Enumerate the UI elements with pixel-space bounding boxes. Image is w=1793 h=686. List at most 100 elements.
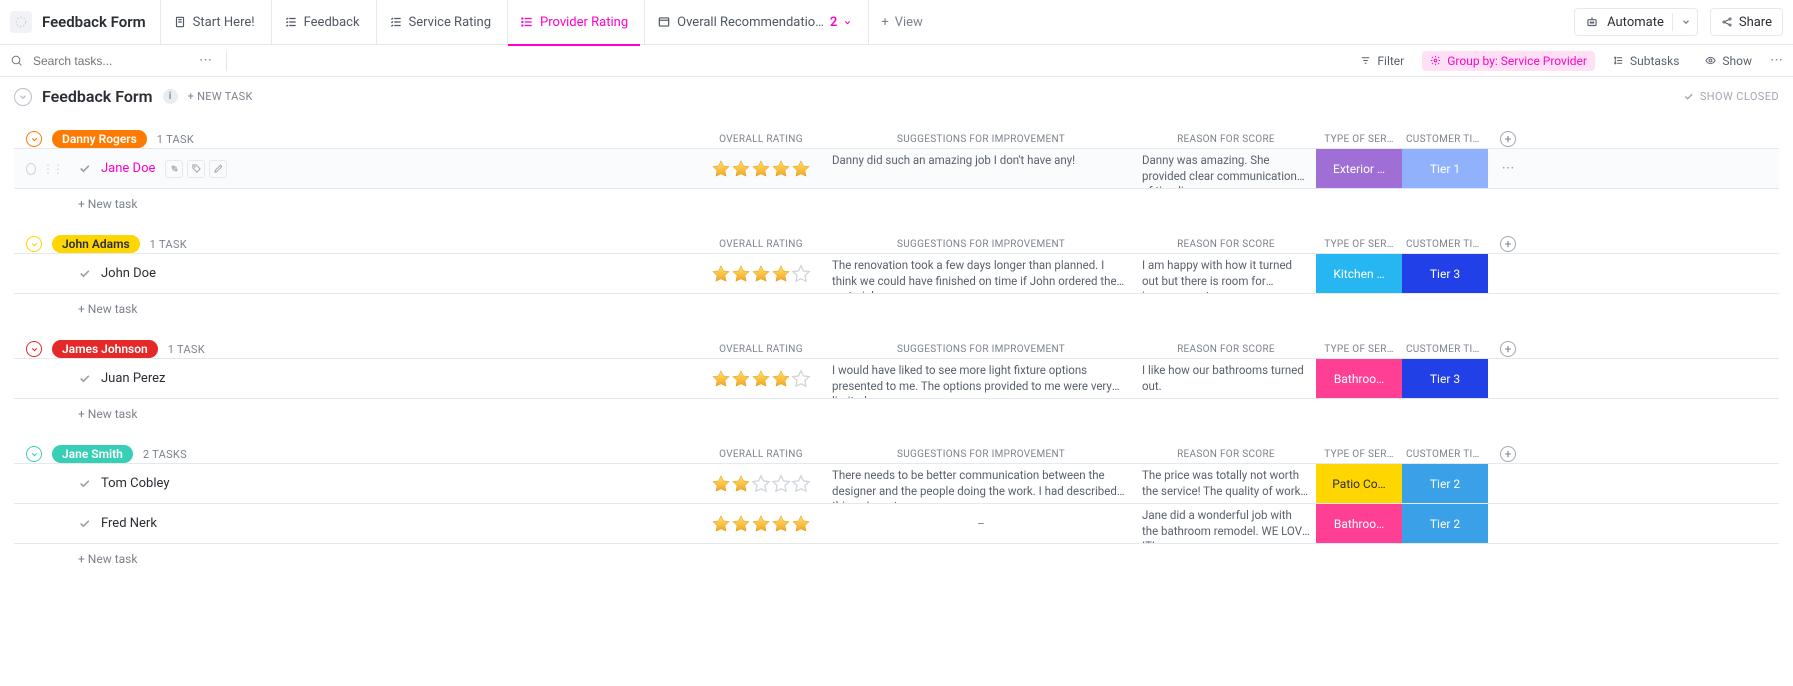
col-tier[interactable]: CUSTOMER TIER: [1402, 134, 1488, 145]
tab-start-here-[interactable]: Start Here!: [160, 0, 267, 45]
col-reason[interactable]: REASON FOR SCORE: [1136, 239, 1316, 250]
provider-chip[interactable]: Jane Smith: [52, 445, 133, 463]
cell-reason[interactable]: The price was totally not worth the serv…: [1136, 464, 1316, 503]
cell-service[interactable]: Patio Co…: [1316, 464, 1402, 503]
check-icon[interactable]: [78, 477, 91, 490]
cell-suggestions[interactable]: I would have liked to see more light fix…: [826, 359, 1136, 398]
search-more-icon[interactable]: ⋯: [199, 53, 212, 68]
show-button[interactable]: Show: [1697, 51, 1760, 71]
tab-feedback[interactable]: Feedback: [271, 0, 372, 45]
col-tier[interactable]: CUSTOMER TIER: [1402, 239, 1488, 250]
group-collapse-icon[interactable]: [26, 446, 42, 462]
cell-tier[interactable]: Tier 3: [1402, 254, 1488, 293]
collapse-all-icon[interactable]: [14, 88, 32, 106]
cell-overall[interactable]: [696, 359, 826, 398]
cell-tier[interactable]: Tier 3: [1402, 359, 1488, 398]
col-overall[interactable]: OVERALL RATING: [696, 449, 826, 460]
new-task-row[interactable]: + New task: [14, 544, 1779, 566]
check-icon[interactable]: [78, 517, 91, 530]
tab-service-rating[interactable]: Service Rating: [376, 0, 504, 45]
provider-chip[interactable]: James Johnson: [52, 340, 158, 358]
cell-overall[interactable]: [696, 149, 826, 188]
col-tier[interactable]: CUSTOMER TIER: [1402, 344, 1488, 355]
add-view-button[interactable]: + View: [868, 0, 935, 45]
check-icon[interactable]: [78, 162, 91, 175]
col-overall[interactable]: OVERALL RATING: [696, 239, 826, 250]
col-reason[interactable]: REASON FOR SCORE: [1136, 134, 1316, 145]
new-task-button[interactable]: + NEW TASK: [188, 90, 253, 103]
cell-reason[interactable]: Jane did a wonderful job with the bathro…: [1136, 504, 1316, 543]
col-overall[interactable]: OVERALL RATING: [696, 134, 826, 145]
task-row[interactable]: Tom Cobley There needs to be better comm…: [14, 463, 1779, 504]
add-column-icon[interactable]: +: [1500, 236, 1516, 252]
new-task-row[interactable]: + New task: [14, 189, 1779, 211]
breadcrumb-title[interactable]: Feedback Form: [42, 13, 146, 31]
drag-handle-icon[interactable]: ⋮⋮: [42, 162, 62, 176]
tab-overall-recommendatio-[interactable]: Overall Recommendatio… 2: [644, 0, 864, 45]
col-reason[interactable]: REASON FOR SCORE: [1136, 344, 1316, 355]
col-overall[interactable]: OVERALL RATING: [696, 344, 826, 355]
cell-tier[interactable]: Tier 1: [1402, 149, 1488, 188]
col-tier[interactable]: CUSTOMER TIER: [1402, 449, 1488, 460]
col-reason[interactable]: REASON FOR SCORE: [1136, 449, 1316, 460]
task-row[interactable]: Fred Nerk – Jane did a wonderful job wit…: [14, 504, 1779, 544]
add-column-icon[interactable]: +: [1500, 131, 1516, 147]
show-closed-button[interactable]: SHOW CLOSED: [1683, 90, 1779, 103]
tag-icon[interactable]: [187, 160, 205, 178]
task-name[interactable]: John Doe: [101, 266, 156, 281]
subtask-icon[interactable]: [165, 160, 183, 178]
task-name[interactable]: Jane Doe: [101, 161, 155, 176]
edit-icon[interactable]: [209, 160, 227, 178]
share-button[interactable]: Share: [1710, 8, 1783, 36]
select-circle[interactable]: [26, 163, 36, 175]
new-task-row[interactable]: + New task: [14, 294, 1779, 316]
info-icon[interactable]: i: [163, 89, 178, 104]
cell-tier[interactable]: Tier 2: [1402, 504, 1488, 543]
cell-reason[interactable]: Danny was amazing. She provided clear co…: [1136, 149, 1316, 188]
cell-service[interactable]: Bathroo…: [1316, 359, 1402, 398]
add-column-icon[interactable]: +: [1500, 446, 1516, 462]
check-icon[interactable]: [78, 267, 91, 280]
task-name[interactable]: Fred Nerk: [101, 516, 157, 531]
cell-reason[interactable]: I am happy with how it turned out but th…: [1136, 254, 1316, 293]
col-service[interactable]: TYPE OF SER…: [1316, 239, 1402, 250]
col-suggestions[interactable]: SUGGESTIONS FOR IMPROVEMENT: [826, 134, 1136, 145]
automate-button[interactable]: Automate: [1574, 8, 1698, 36]
cell-overall[interactable]: [696, 254, 826, 293]
task-row[interactable]: John Doe The renovation took a few days …: [14, 253, 1779, 294]
chevron-down-icon[interactable]: [1681, 17, 1691, 27]
col-service[interactable]: TYPE OF SER…: [1316, 449, 1402, 460]
provider-chip[interactable]: Danny Rogers: [52, 130, 147, 148]
cell-suggestions[interactable]: –: [826, 504, 1136, 543]
cell-service[interactable]: Bathroo…: [1316, 504, 1402, 543]
task-row[interactable]: Juan Perez I would have liked to see mor…: [14, 358, 1779, 399]
group-collapse-icon[interactable]: [26, 236, 42, 252]
cell-overall[interactable]: [696, 504, 826, 543]
col-suggestions[interactable]: SUGGESTIONS FOR IMPROVEMENT: [826, 449, 1136, 460]
search-input[interactable]: [31, 53, 171, 69]
col-service[interactable]: TYPE OF SER…: [1316, 344, 1402, 355]
col-service[interactable]: TYPE OF SER…: [1316, 134, 1402, 145]
check-icon[interactable]: [78, 372, 91, 385]
cell-service[interactable]: Exterior …: [1316, 149, 1402, 188]
toolbar-more-icon[interactable]: ⋯: [1770, 53, 1783, 68]
row-more-icon[interactable]: ⋯: [1488, 161, 1528, 176]
new-task-row[interactable]: + New task: [14, 399, 1779, 421]
cell-tier[interactable]: Tier 2: [1402, 464, 1488, 503]
group-collapse-icon[interactable]: [26, 131, 42, 147]
task-row[interactable]: ⋮⋮ Jane Doe Danny did such an amazing jo…: [14, 148, 1779, 189]
cell-overall[interactable]: [696, 464, 826, 503]
group-collapse-icon[interactable]: [26, 341, 42, 357]
cell-suggestions[interactable]: There needs to be better communication b…: [826, 464, 1136, 503]
col-suggestions[interactable]: SUGGESTIONS FOR IMPROVEMENT: [826, 239, 1136, 250]
cell-reason[interactable]: I like how our bathrooms turned out.: [1136, 359, 1316, 398]
col-suggestions[interactable]: SUGGESTIONS FOR IMPROVEMENT: [826, 344, 1136, 355]
cell-suggestions[interactable]: Danny did such an amazing job I don't ha…: [826, 149, 1136, 188]
tab-provider-rating[interactable]: Provider Rating: [507, 0, 640, 45]
cell-service[interactable]: Kitchen …: [1316, 254, 1402, 293]
task-name[interactable]: Tom Cobley: [101, 476, 169, 491]
cell-suggestions[interactable]: The renovation took a few days longer th…: [826, 254, 1136, 293]
add-column-icon[interactable]: +: [1500, 341, 1516, 357]
subtasks-button[interactable]: Subtasks: [1605, 51, 1687, 71]
filter-button[interactable]: Filter: [1352, 51, 1412, 71]
